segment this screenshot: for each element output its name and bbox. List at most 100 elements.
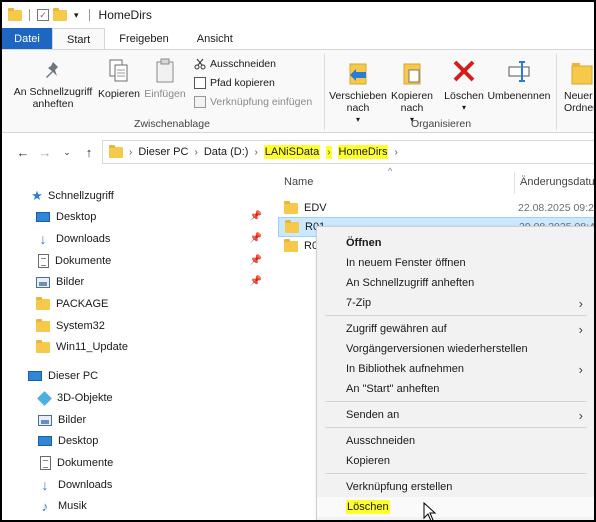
tree-label: System32 xyxy=(56,320,105,332)
tree-item-pc-documents[interactable]: Dokumente xyxy=(2,452,270,474)
menu-item-copy[interactable]: Kopieren xyxy=(317,451,594,471)
document-icon xyxy=(38,254,49,268)
folder-icon xyxy=(36,318,50,332)
tree-label: Downloads xyxy=(56,233,111,245)
tree-item-system32[interactable]: System32 xyxy=(2,315,270,337)
tree-item-pc-pictures[interactable]: Bilder xyxy=(2,409,270,431)
star-icon: ★ xyxy=(31,188,43,203)
download-arrow-icon: ↓ xyxy=(39,231,47,247)
tree-item-desktop[interactable]: Desktop 📌 xyxy=(2,206,270,228)
menu-item-pin-start[interactable]: An "Start" anheften xyxy=(317,379,594,399)
tab-start[interactable]: Start xyxy=(52,28,106,50)
cut-label: Ausschneiden xyxy=(210,58,276,70)
tree-item-documents[interactable]: Dokumente 📌 xyxy=(2,250,270,272)
breadcrumb-drive-d[interactable]: Data (D:) xyxy=(204,146,249,158)
tree-item-package[interactable]: PACKAGE xyxy=(2,293,270,315)
column-header-name[interactable]: Name xyxy=(284,176,313,188)
up-arrow-icon[interactable]: ↑ xyxy=(78,145,100,160)
file-row-edv[interactable]: EDV 22.08.2025 09:24 xyxy=(278,198,596,218)
tree-label: Bilder xyxy=(58,414,87,426)
copy-path-button[interactable]: Pfad kopieren xyxy=(194,77,275,89)
tree-label: Dieser PC xyxy=(48,370,99,382)
menu-label: Senden an xyxy=(346,409,400,421)
chevron-right-icon[interactable]: › xyxy=(326,145,332,159)
new-folder-quick-icon[interactable] xyxy=(53,7,67,21)
pin-icon: 📌 xyxy=(249,255,262,266)
tree-label: Bilder xyxy=(56,276,85,288)
cut-button[interactable]: Ausschneiden xyxy=(194,58,276,70)
rename-button[interactable]: Umbenennen xyxy=(486,58,552,102)
menu-item-send-to[interactable]: Senden an › xyxy=(317,405,594,425)
divider xyxy=(325,401,587,402)
copy-label: Kopieren xyxy=(97,88,141,100)
forward-arrow-icon[interactable]: → xyxy=(34,145,56,160)
tree-item-win11-update[interactable]: Win11_Update xyxy=(2,336,270,358)
delete-button[interactable]: Löschen ▾ xyxy=(442,58,486,114)
tree-item-pc-desktop[interactable]: Desktop xyxy=(2,430,270,452)
tree-label: Desktop xyxy=(56,211,97,223)
menu-item-pin-quick-access[interactable]: An Schnellzugriff anheften xyxy=(317,273,594,293)
copy-icon xyxy=(108,58,130,84)
breadcrumb-homedirs[interactable]: HomeDirs xyxy=(337,145,389,159)
menu-item-7zip[interactable]: 7-Zip › xyxy=(317,293,594,313)
menu-item-open-new-window[interactable]: In neuem Fenster öffnen xyxy=(317,253,594,273)
recent-locations-chevron-icon[interactable]: ⌄ xyxy=(56,147,78,158)
menu-item-cut[interactable]: Ausschneiden xyxy=(317,431,594,451)
customize-quick-access-icon[interactable]: ▾ xyxy=(74,10,79,21)
move-to-icon xyxy=(346,58,370,86)
copy-path-icon xyxy=(194,77,206,89)
chevron-right-icon[interactable]: › xyxy=(129,147,132,158)
menu-item-restore-versions[interactable]: Vorgängerversionen wiederherstellen xyxy=(317,339,594,359)
chevron-right-icon: › xyxy=(578,407,583,423)
divider xyxy=(325,473,587,474)
menu-label: 7-Zip xyxy=(346,297,372,309)
pin-quick-access-button[interactable]: An Schnellzugriff anheften xyxy=(10,60,96,110)
tree-this-pc[interactable]: Dieser PC xyxy=(2,365,270,387)
menu-item-delete[interactable]: Löschen xyxy=(317,497,594,517)
breadcrumb-this-pc[interactable]: Dieser PC xyxy=(138,146,188,158)
tree-item-downloads[interactable]: ↓ Downloads 📌 xyxy=(2,228,270,250)
new-folder-button[interactable]: Neuer Ordner xyxy=(564,58,596,114)
menu-item-create-shortcut[interactable]: Verknüpfung erstellen xyxy=(317,477,594,497)
chevron-right-icon[interactable]: › xyxy=(194,147,197,158)
divider xyxy=(556,54,557,130)
context-menu: Öffnen In neuem Fenster öffnen An Schnel… xyxy=(316,226,594,520)
move-to-button[interactable]: Verschieben nach ▾ xyxy=(329,58,387,126)
address-bar[interactable]: › Dieser PC › Data (D:) › LANiSData › Ho… xyxy=(102,140,594,164)
tree-label: Dokumente xyxy=(55,255,112,267)
breadcrumb-lanisdata[interactable]: LANiSData xyxy=(263,145,321,159)
tree-label: Schnellzugriff xyxy=(48,190,114,202)
chevron-right-icon[interactable]: › xyxy=(254,147,257,158)
folder-icon xyxy=(36,296,50,310)
paste-shortcut-button[interactable]: Verknüpfung einfügen xyxy=(194,96,312,108)
tab-file[interactable]: Datei xyxy=(2,28,52,50)
tab-share[interactable]: Freigeben xyxy=(105,28,183,50)
copy-path-label: Pfad kopieren xyxy=(210,77,275,89)
pin-icon: 📌 xyxy=(249,233,262,244)
column-header-date[interactable]: Änderungsdatum xyxy=(520,176,594,188)
divider xyxy=(324,54,325,130)
menu-item-open[interactable]: Öffnen xyxy=(317,233,594,253)
tree-item-music[interactable]: ♪ Musik xyxy=(2,495,270,517)
pin-icon: 📌 xyxy=(249,276,262,287)
folder-icon xyxy=(36,339,50,353)
copy-to-button[interactable]: Kopieren nach ▾ xyxy=(386,58,438,126)
tab-view[interactable]: Ansicht xyxy=(183,28,247,50)
menu-item-include-library[interactable]: In Bibliothek aufnehmen › xyxy=(317,359,594,379)
menu-label: Zugriff gewähren auf xyxy=(346,323,447,335)
tree-quick-access[interactable]: ★ Schnellzugriff xyxy=(2,185,270,207)
copy-button[interactable]: Kopieren xyxy=(96,58,142,100)
download-arrow-icon: ↓ xyxy=(41,477,49,493)
pin-label: An Schnellzugriff anheften xyxy=(13,86,93,110)
tree-item-pc-downloads[interactable]: ↓ Downloads xyxy=(2,474,270,496)
file-date: 22.08.2025 09:24 xyxy=(518,202,596,214)
pin-icon: 📌 xyxy=(249,211,262,222)
new-folder-label: Neuer Ordner xyxy=(564,90,596,114)
tree-item-3d-objects[interactable]: 3D-Objekte xyxy=(2,387,270,409)
properties-icon[interactable]: ✓ xyxy=(37,9,49,21)
paste-button[interactable]: Einfügen xyxy=(142,58,188,100)
menu-item-give-access[interactable]: Zugriff gewähren auf › xyxy=(317,319,594,339)
chevron-right-icon[interactable]: › xyxy=(394,147,397,158)
back-arrow-icon[interactable]: ← xyxy=(12,145,34,160)
tree-item-pictures[interactable]: Bilder 📌 xyxy=(2,271,270,293)
